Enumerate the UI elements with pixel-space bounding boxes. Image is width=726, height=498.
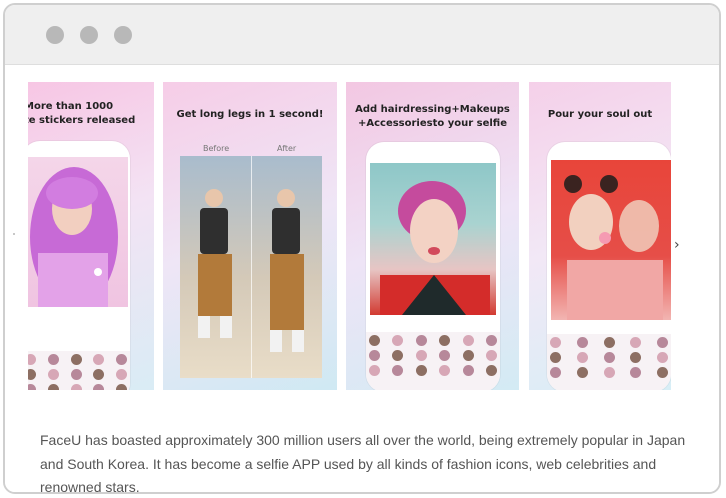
- sticker-tray: [366, 332, 500, 390]
- card-caption: More than 1000 te stickers released: [28, 101, 136, 126]
- window-titlebar: [5, 5, 719, 65]
- phone-mockup: [366, 142, 500, 390]
- scroll-indicator: [13, 233, 15, 235]
- app-description: FaceU has boasted approximately 300 mill…: [40, 432, 686, 494]
- page-content: More than 1000 te stickers released: [5, 65, 719, 494]
- chevron-right-icon[interactable]: ›: [674, 238, 686, 252]
- browser-window: More than 1000 te stickers released: [3, 3, 721, 494]
- model-photo: [30, 167, 118, 307]
- window-minimize-dot[interactable]: [80, 26, 98, 44]
- comparison-divider: [251, 156, 252, 378]
- screenshot-card-makeup[interactable]: Add hairdressing+Makeups +Accessoriesto …: [346, 82, 519, 390]
- card-caption: Get long legs in 1 second!: [176, 109, 324, 120]
- screenshot-card-soul[interactable]: Pour your soul out: [529, 82, 671, 390]
- phone-screen: [28, 157, 128, 307]
- sticker-tray: [28, 351, 130, 390]
- sticker-tray: [547, 334, 671, 390]
- phone-mockup: [28, 141, 130, 390]
- model-photo: [380, 181, 490, 315]
- before-label: Before: [203, 144, 230, 153]
- screenshot-card-stickers[interactable]: More than 1000 te stickers released: [28, 82, 154, 390]
- after-label: After: [277, 144, 297, 153]
- card-caption: Add hairdressing+Makeups +Accessoriesto …: [355, 104, 510, 129]
- window-maximize-dot[interactable]: [114, 26, 132, 44]
- phone-screen: [551, 160, 671, 320]
- phone-mockup: [547, 142, 671, 390]
- window-close-dot[interactable]: [46, 26, 64, 44]
- model-photo: [564, 175, 663, 320]
- phone-screen: [370, 163, 496, 315]
- screenshot-card-long-legs[interactable]: Get long legs in 1 second! Before After: [163, 82, 337, 390]
- card-caption: Pour your soul out: [547, 109, 653, 120]
